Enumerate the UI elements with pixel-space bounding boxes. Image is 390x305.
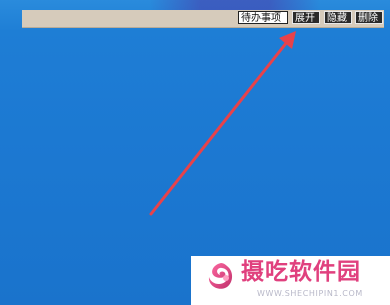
watermark-url: WWW.SHECHIPIN1.COM [257,289,363,298]
watermark-logo: 摄吃软件园 WWW.SHECHIPIN1.COM [191,256,390,305]
hide-button[interactable]: 隐藏 [324,11,352,24]
todo-list-button[interactable]: 待办事项 [238,11,288,24]
delete-button[interactable]: 删除 [355,11,383,24]
swirl-logo-icon [208,263,233,289]
todo-toolbar: 待办事项 展开 隐藏 删除 [22,10,384,28]
expand-button[interactable]: 展开 [292,11,320,24]
watermark-title: 摄吃软件园 [241,259,361,285]
